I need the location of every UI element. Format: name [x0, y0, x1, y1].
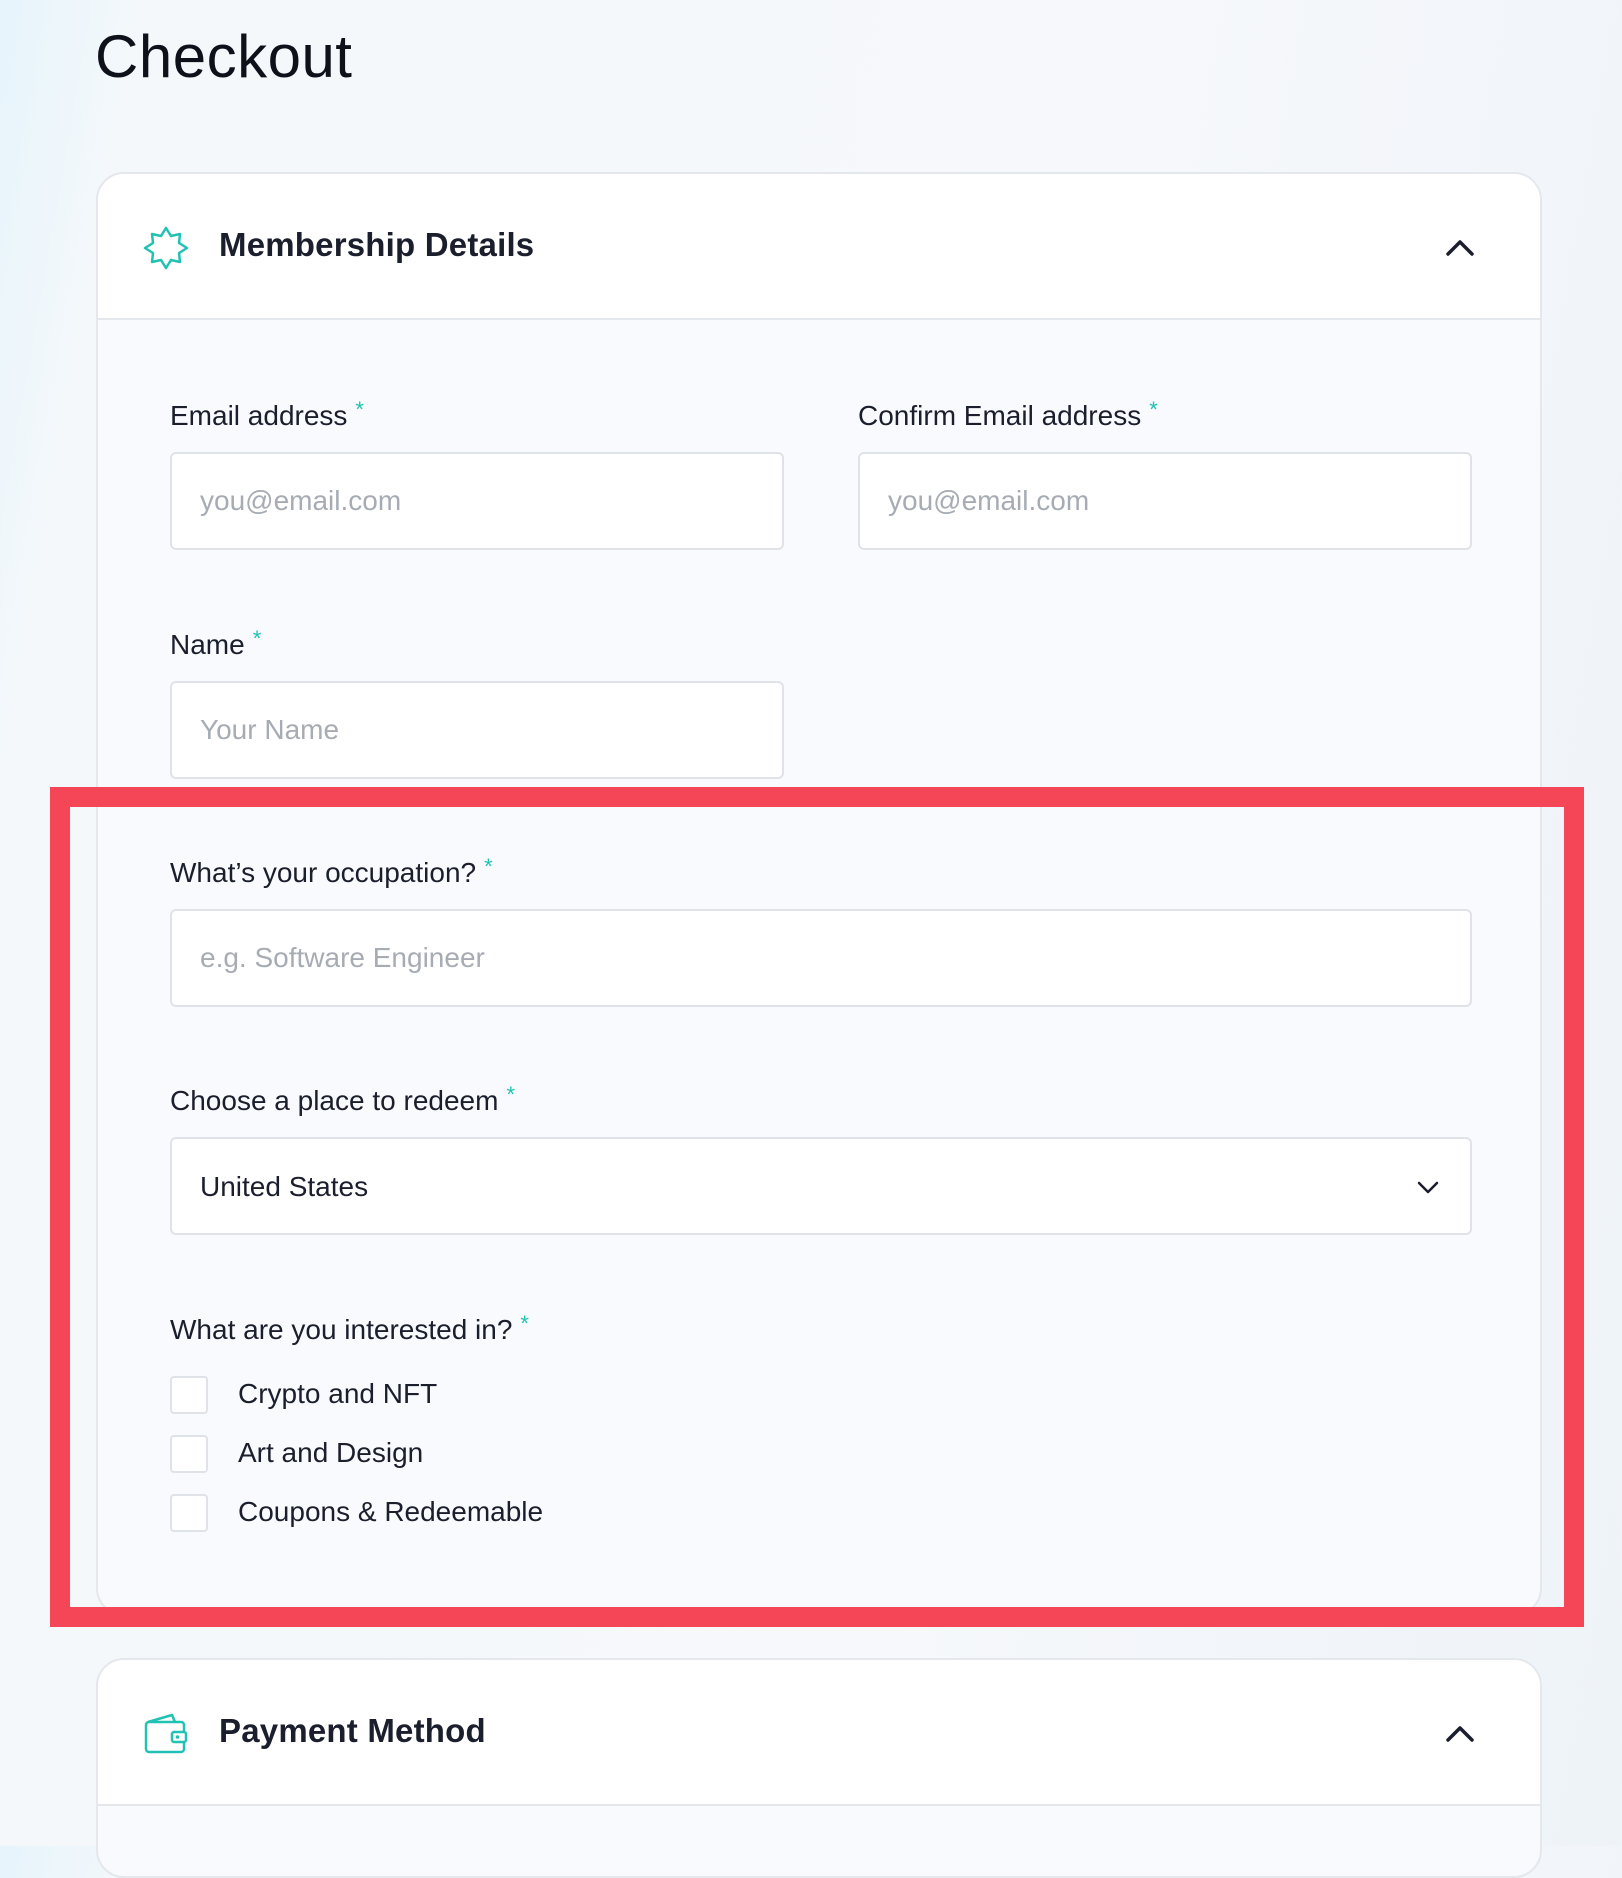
payment-method-title: Payment Method: [219, 1712, 486, 1749]
star-badge-icon: [143, 226, 189, 270]
redeem-place-select[interactable]: United States: [170, 1137, 1472, 1235]
membership-details-card: Membership Details Email address * Confir…: [96, 172, 1542, 1616]
required-marker: *: [506, 1082, 515, 1107]
redeem-place-label-text: Choose a place to redeem: [170, 1085, 499, 1116]
chevron-up-icon[interactable]: [1442, 1718, 1478, 1750]
name-input[interactable]: [170, 681, 784, 779]
chevron-down-icon: [1417, 1181, 1439, 1194]
membership-details-header[interactable]: Membership Details: [98, 174, 1540, 320]
email-label: Email address *: [170, 397, 364, 432]
email-input[interactable]: [170, 452, 784, 550]
interest-option-label: Art and Design: [238, 1437, 424, 1468]
occupation-label: What’s your occupation? *: [170, 854, 493, 889]
interest-option-label: Crypto and NFT: [238, 1378, 438, 1409]
required-marker: *: [252, 626, 262, 651]
chevron-up-icon[interactable]: [1442, 232, 1478, 264]
interest-option-label: Coupons & Redeemable: [238, 1496, 544, 1527]
required-marker: *: [484, 854, 493, 879]
name-label: Name *: [170, 626, 262, 661]
redeem-place-label: Choose a place to redeem *: [170, 1082, 515, 1117]
required-marker: *: [1149, 397, 1158, 422]
membership-details-title: Membership Details: [219, 226, 535, 263]
occupation-label-text: What’s your occupation?: [170, 857, 477, 888]
occupation-input[interactable]: [170, 909, 1472, 1007]
name-label-text: Name: [170, 629, 245, 660]
checkbox[interactable]: [170, 1494, 208, 1532]
required-marker: *: [355, 397, 364, 422]
page-title: Checkout: [95, 23, 353, 90]
required-marker: *: [520, 1311, 529, 1336]
wallet-icon: [144, 1713, 188, 1754]
interests-label-text: What are you interested in?: [170, 1314, 513, 1345]
email-label-text: Email address: [170, 400, 348, 431]
confirm-email-label: Confirm Email address *: [858, 397, 1158, 432]
checkbox[interactable]: [170, 1376, 208, 1414]
redeem-place-value: United States: [200, 1171, 369, 1202]
confirm-email-input[interactable]: [858, 452, 1472, 550]
interests-label: What are you interested in? *: [170, 1311, 529, 1346]
payment-method-card: Payment Method: [96, 1658, 1542, 1878]
payment-method-header[interactable]: Payment Method: [98, 1660, 1540, 1806]
confirm-email-label-text: Confirm Email address: [858, 400, 1142, 431]
checkbox[interactable]: [170, 1435, 208, 1473]
